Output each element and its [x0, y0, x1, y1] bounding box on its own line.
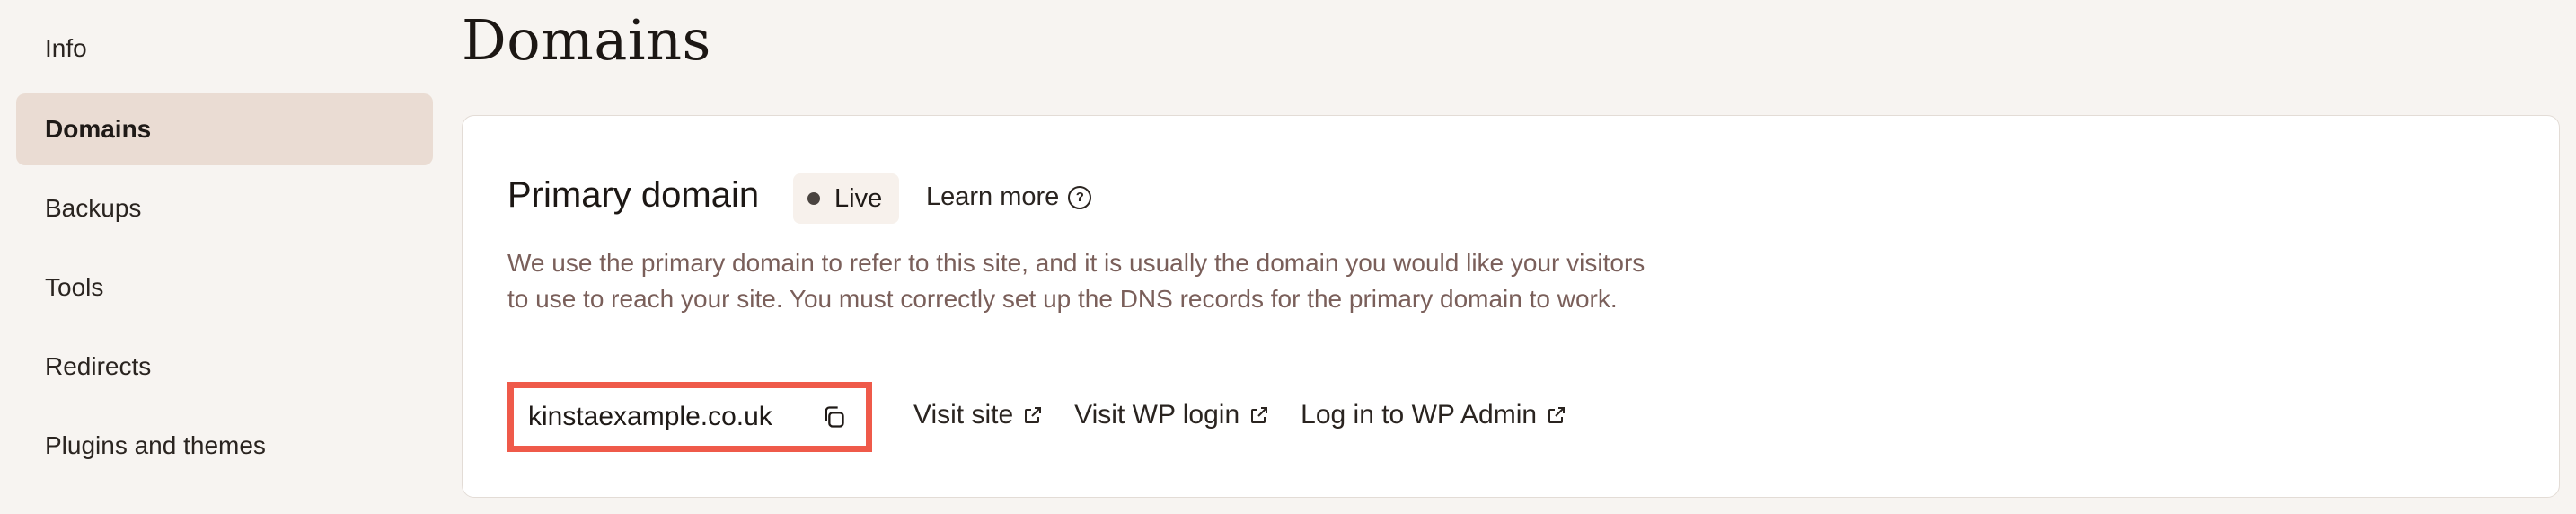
status-badge: Live	[793, 173, 899, 224]
sidebar-item-domains[interactable]: Domains	[16, 93, 433, 165]
sidebar-item-redirects[interactable]: Redirects	[16, 331, 433, 403]
domain-value: kinstaexample.co.uk	[528, 402, 772, 431]
sidebar-item-label: Backups	[45, 194, 142, 222]
learn-more-label: Learn more	[926, 182, 1060, 211]
sidebar-item-label: Plugins and themes	[45, 431, 266, 459]
sidebar-item-plugins-and-themes[interactable]: Plugins and themes	[16, 410, 433, 482]
external-link-icon	[1251, 407, 1268, 423]
status-label: Live	[834, 183, 883, 213]
sidebar: Info Domains Backups Tools Redirects Plu…	[0, 0, 449, 514]
question-circle-icon: ?	[1068, 185, 1092, 209]
wp-admin-link[interactable]: Log in to WP Admin	[1301, 400, 1567, 430]
status-dot-icon	[807, 192, 820, 205]
wp-admin-label: Log in to WP Admin	[1301, 400, 1538, 430]
copy-icon[interactable]	[821, 404, 846, 430]
domain-links: Visit site Visit WP login Log in to WP A…	[913, 400, 1598, 430]
visit-wp-login-label: Visit WP login	[1074, 400, 1240, 430]
domain-field: kinstaexample.co.uk	[507, 382, 872, 452]
sidebar-item-backups[interactable]: Backups	[16, 173, 433, 244]
section-title: Primary domain	[507, 175, 760, 215]
sidebar-item-label: Domains	[45, 115, 152, 143]
learn-more-link[interactable]: Learn more ?	[926, 182, 1092, 212]
primary-domain-card: Primary domain Live Learn more ? We use …	[462, 115, 2560, 498]
external-link-icon	[1025, 407, 1042, 423]
sidebar-item-label: Info	[45, 34, 87, 62]
sidebar-item-info[interactable]: Info	[16, 13, 433, 84]
page-title: Domains	[462, 7, 711, 73]
section-description: We use the primary domain to refer to th…	[507, 249, 1645, 313]
visit-site-link[interactable]: Visit site	[913, 400, 1044, 430]
sidebar-item-tools[interactable]: Tools	[16, 252, 433, 323]
external-link-icon	[1548, 407, 1566, 423]
sidebar-item-label: Tools	[45, 273, 104, 301]
sidebar-item-label: Redirects	[45, 352, 152, 380]
visit-wp-login-link[interactable]: Visit WP login	[1074, 400, 1270, 430]
visit-site-label: Visit site	[913, 400, 1014, 430]
